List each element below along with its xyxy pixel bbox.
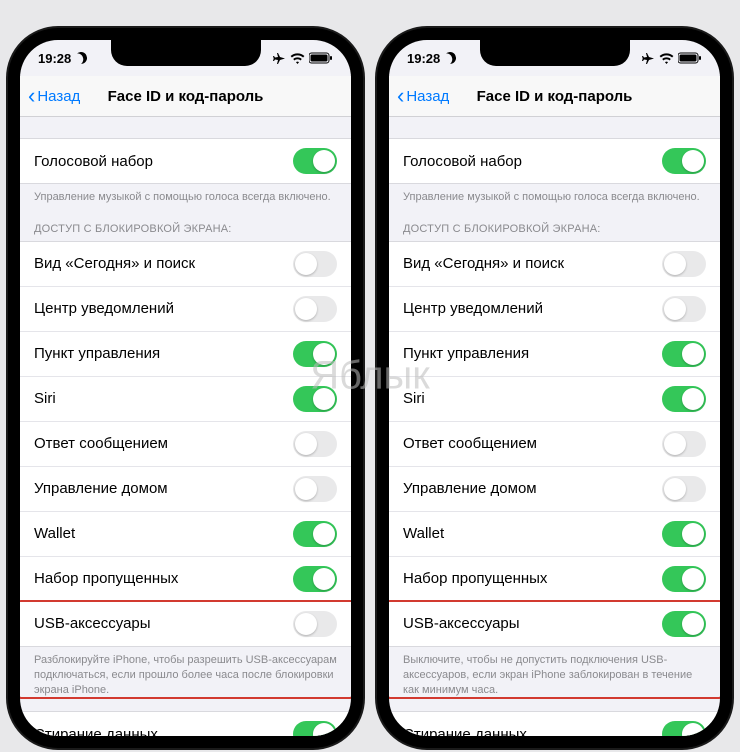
row-control: Пункт управления — [389, 332, 720, 377]
row-home: Управление домом — [20, 467, 351, 512]
do-not-disturb-icon — [74, 50, 89, 65]
voice-dial-toggle[interactable] — [662, 148, 706, 174]
today-toggle[interactable] — [293, 251, 337, 277]
page-title: Face ID и код-пароль — [389, 88, 720, 105]
battery-icon — [678, 52, 702, 64]
scroll-content[interactable]: Голосовой набор Управление музыкой с пом… — [389, 116, 720, 736]
row-usb: USB-аксессуары — [20, 602, 351, 646]
notch — [480, 40, 630, 66]
erase-toggle[interactable] — [293, 721, 337, 736]
voice-dial-footer: Управление музыкой с помощью голоса всег… — [389, 184, 720, 205]
siri-label: Siri — [34, 390, 56, 407]
home-label: Управление домом — [403, 480, 537, 497]
row-reply: Ответ сообщением — [20, 422, 351, 467]
today-label: Вид «Сегодня» и поиск — [34, 255, 195, 272]
row-voice-dial: Голосовой набор — [20, 139, 351, 183]
status-time: 19:28 — [407, 51, 440, 66]
row-usb: USB-аксессуары — [389, 602, 720, 646]
erase-toggle[interactable] — [662, 721, 706, 736]
voice-dial-label: Голосовой набор — [403, 153, 522, 170]
erase-label: Стирание данных — [34, 726, 158, 736]
usb-toggle[interactable] — [662, 611, 706, 637]
row-today: Вид «Сегодня» и поиск — [389, 242, 720, 287]
reply-toggle[interactable] — [662, 431, 706, 457]
usb-toggle[interactable] — [293, 611, 337, 637]
voice-dial-toggle[interactable] — [293, 148, 337, 174]
wifi-icon — [659, 53, 674, 64]
battery-icon — [309, 52, 333, 64]
row-reply: Ответ сообщением — [389, 422, 720, 467]
home-toggle[interactable] — [293, 476, 337, 502]
status-time: 19:28 — [38, 51, 71, 66]
nav-bar: ‹ Назад Face ID и код-пароль — [389, 76, 720, 117]
today-label: Вид «Сегодня» и поиск — [403, 255, 564, 272]
row-siri: Siri — [389, 377, 720, 422]
notch — [111, 40, 261, 66]
row-home: Управление домом — [389, 467, 720, 512]
usb-label: USB-аксессуары — [403, 615, 520, 632]
row-notif: Центр уведомлений — [389, 287, 720, 332]
home-toggle[interactable] — [662, 476, 706, 502]
do-not-disturb-icon — [443, 50, 458, 65]
wallet-toggle[interactable] — [662, 521, 706, 547]
row-today: Вид «Сегодня» и поиск — [20, 242, 351, 287]
siri-toggle[interactable] — [293, 386, 337, 412]
phone-left: 19:28 ‹ Назад Face ID и код-пароль — [8, 28, 363, 748]
phone-right: 19:28 ‹ Назад Face ID и код-пароль — [377, 28, 732, 748]
row-notif: Центр уведомлений — [20, 287, 351, 332]
usb-highlight: USB-аксессуары Выключите, чтобы не допус… — [389, 600, 720, 700]
wallet-label: Wallet — [34, 525, 75, 542]
usb-footer: Разблокируйте iPhone, чтобы разрешить US… — [20, 647, 351, 698]
notif-toggle[interactable] — [662, 296, 706, 322]
nav-bar: ‹ Назад Face ID и код-пароль — [20, 76, 351, 117]
row-missed: Набор пропущенных — [389, 557, 720, 601]
airplane-icon — [641, 52, 655, 65]
wallet-toggle[interactable] — [293, 521, 337, 547]
row-control: Пункт управления — [20, 332, 351, 377]
control-toggle[interactable] — [293, 341, 337, 367]
reply-toggle[interactable] — [293, 431, 337, 457]
row-erase: Стирание данных — [20, 712, 351, 736]
voice-dial-label: Голосовой набор — [34, 153, 153, 170]
row-erase: Стирание данных — [389, 712, 720, 736]
page-title: Face ID и код-пароль — [20, 88, 351, 105]
erase-label: Стирание данных — [403, 726, 527, 736]
wifi-icon — [290, 53, 305, 64]
missed-toggle[interactable] — [662, 566, 706, 592]
reply-label: Ответ сообщением — [34, 435, 168, 452]
usb-footer: Выключите, чтобы не допустить подключени… — [389, 647, 720, 698]
wallet-label: Wallet — [403, 525, 444, 542]
notif-label: Центр уведомлений — [34, 300, 174, 317]
voice-dial-footer: Управление музыкой с помощью голоса всег… — [20, 184, 351, 205]
notif-label: Центр уведомлений — [403, 300, 543, 317]
siri-label: Siri — [403, 390, 425, 407]
row-missed: Набор пропущенных — [20, 557, 351, 601]
missed-label: Набор пропущенных — [34, 570, 178, 587]
usb-highlight: USB-аксессуары Разблокируйте iPhone, что… — [20, 600, 351, 700]
control-label: Пункт управления — [34, 345, 160, 362]
usb-label: USB-аксессуары — [34, 615, 151, 632]
scroll-content[interactable]: Голосовой набор Управление музыкой с пом… — [20, 116, 351, 736]
home-label: Управление домом — [34, 480, 168, 497]
control-toggle[interactable] — [662, 341, 706, 367]
lock-access-header: ДОСТУП С БЛОКИРОВКОЙ ЭКРАНА: — [389, 223, 720, 241]
siri-toggle[interactable] — [662, 386, 706, 412]
airplane-icon — [272, 52, 286, 65]
row-voice-dial: Голосовой набор — [389, 139, 720, 183]
reply-label: Ответ сообщением — [403, 435, 537, 452]
lock-access-header: ДОСТУП С БЛОКИРОВКОЙ ЭКРАНА: — [20, 223, 351, 241]
missed-label: Набор пропущенных — [403, 570, 547, 587]
today-toggle[interactable] — [662, 251, 706, 277]
row-siri: Siri — [20, 377, 351, 422]
row-wallet: Wallet — [389, 512, 720, 557]
missed-toggle[interactable] — [293, 566, 337, 592]
notif-toggle[interactable] — [293, 296, 337, 322]
control-label: Пункт управления — [403, 345, 529, 362]
row-wallet: Wallet — [20, 512, 351, 557]
